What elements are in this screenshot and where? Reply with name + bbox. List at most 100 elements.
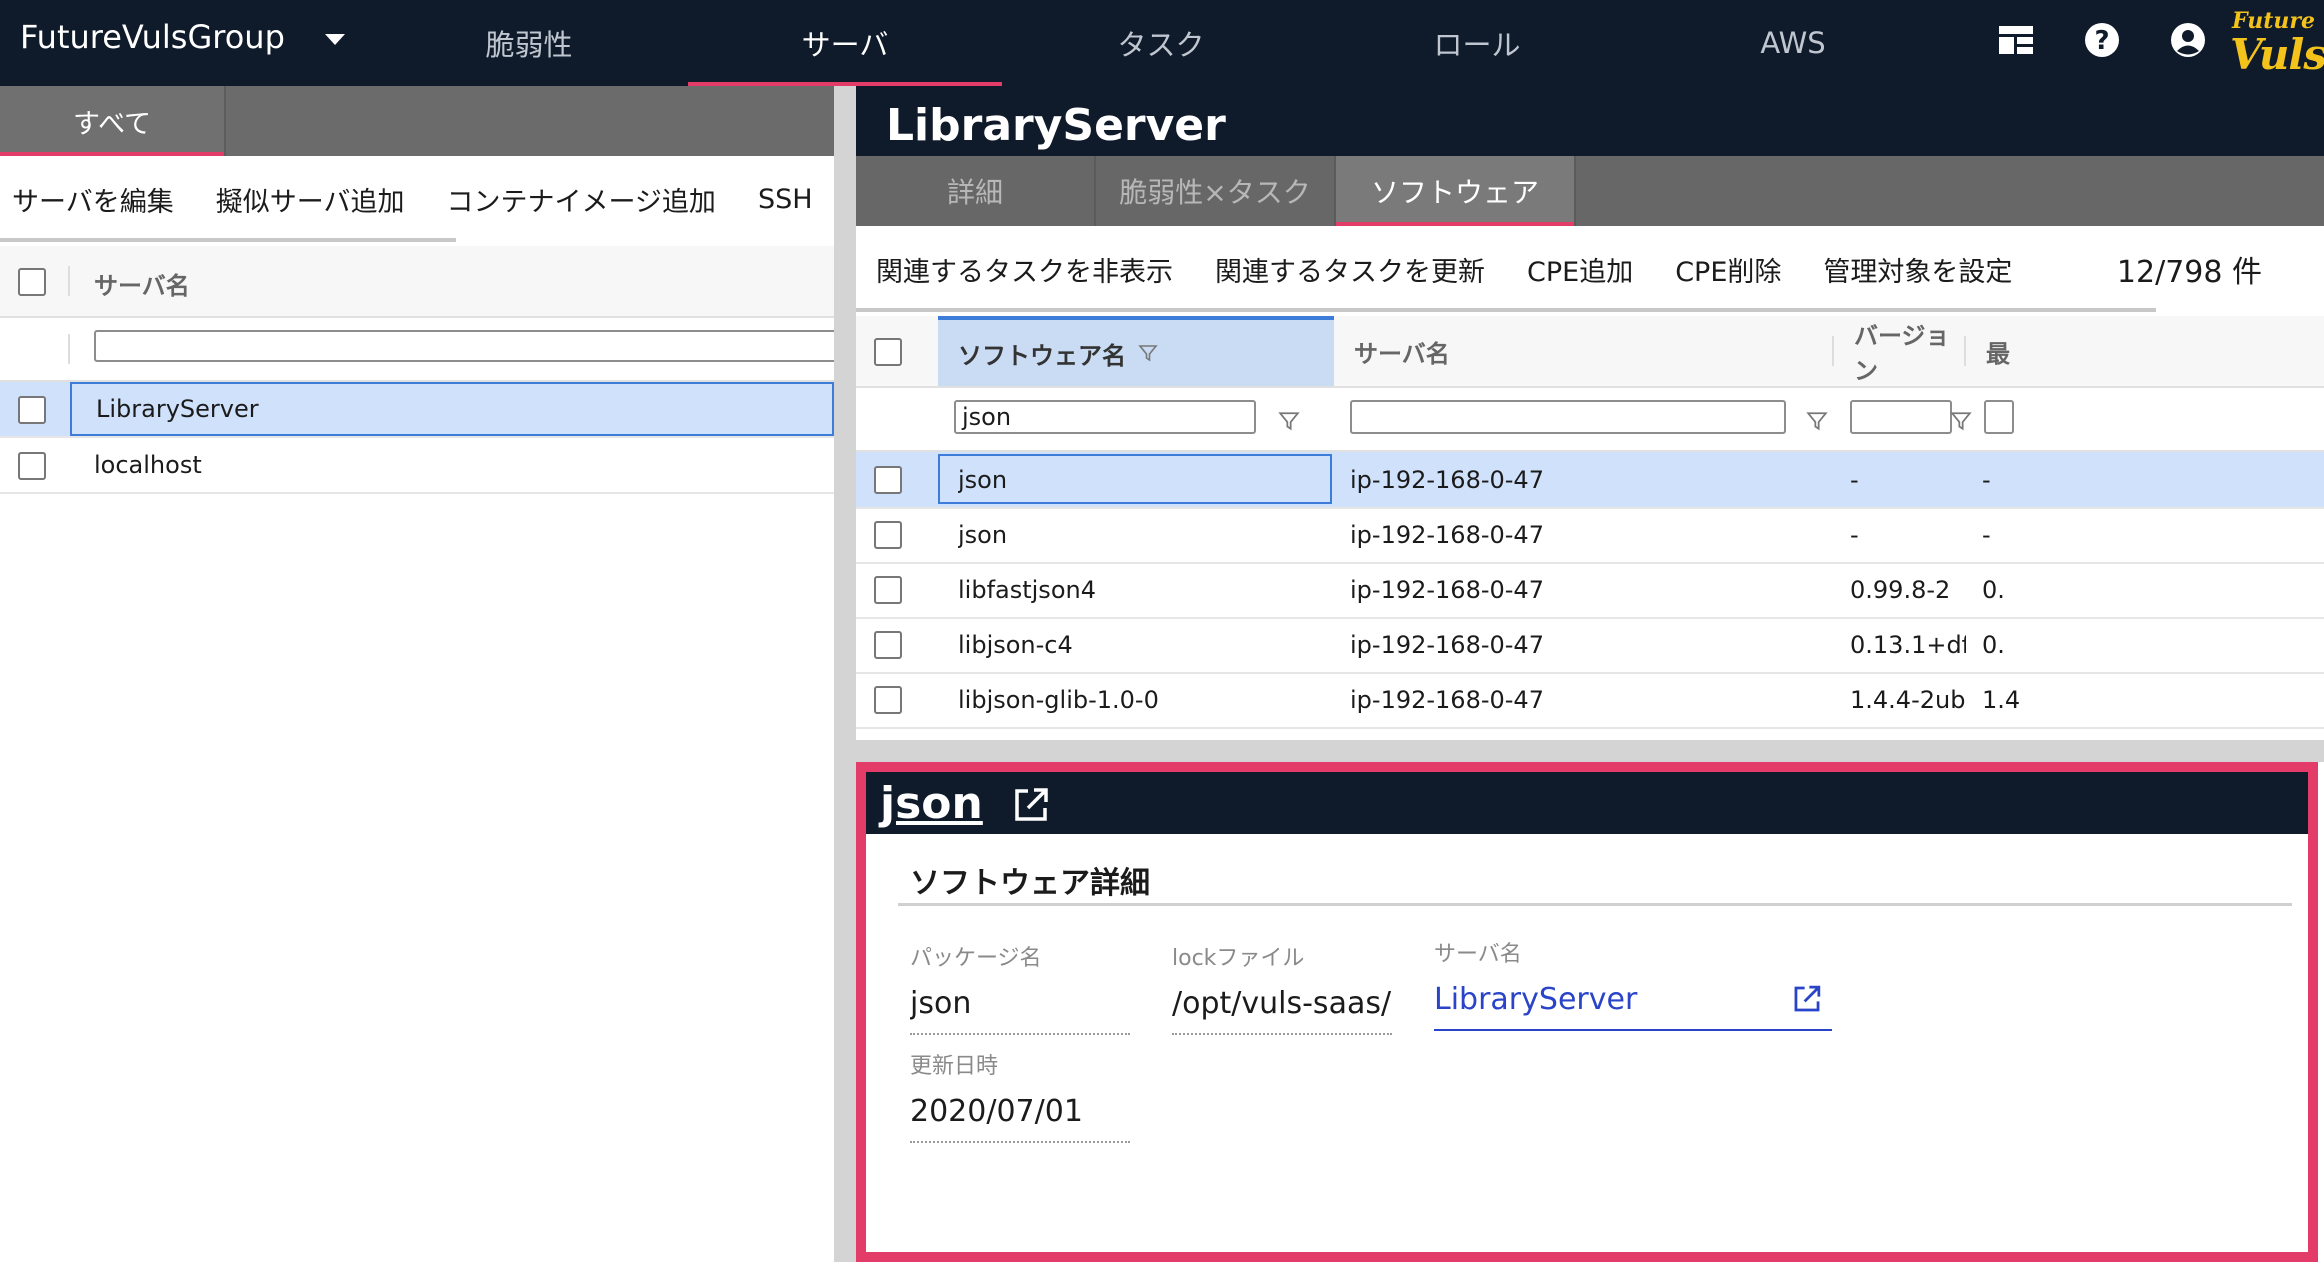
table-row[interactable]: json ip-192-168-0-47 - - xyxy=(856,452,2324,509)
result-count: 12/798 件 xyxy=(2116,255,2262,290)
select-all-checkbox[interactable] xyxy=(874,338,902,366)
tab-vulnerabilities[interactable]: 脆弱性 xyxy=(372,0,686,86)
server-name-cell[interactable]: ip-192-168-0-47 xyxy=(1350,617,1810,672)
software-detail-header: json xyxy=(866,772,2308,834)
software-name-filter-input[interactable]: json xyxy=(954,400,1256,434)
table-row[interactable]: libfastjson4 ip-192-168-0-47 0.99.8-2 0. xyxy=(856,562,2324,619)
version-cell[interactable]: 0.99.8-2 xyxy=(1850,562,1966,617)
add-container-image-button[interactable]: コンテナイメージ追加 xyxy=(446,180,715,219)
dashboard-icon[interactable] xyxy=(1992,16,2040,64)
column-header-label: ソフトウェア名 xyxy=(958,341,1126,370)
server-detail-tabs: 詳細 脆弱性×タスク ソフトウェア xyxy=(856,156,2324,226)
table-row[interactable]: localhost xyxy=(0,438,834,494)
grid-filter-row xyxy=(0,318,844,382)
software-name-cell[interactable]: json xyxy=(958,452,1318,507)
column-header-software-name[interactable]: ソフトウェア名 xyxy=(938,316,1334,386)
version-cell[interactable]: 0.13.1+dfsg-7ub xyxy=(1850,617,1966,672)
tab-details[interactable]: 詳細 xyxy=(856,156,1096,226)
row-checkbox[interactable] xyxy=(874,466,902,494)
software-name-cell[interactable]: libjson-glib-1.0-0 xyxy=(958,672,1318,727)
server-group-tabs: すべて xyxy=(0,86,834,156)
tab-software[interactable]: ソフトウェア xyxy=(1336,156,1576,226)
column-header-server-name[interactable]: サーバ名 xyxy=(1334,316,1834,386)
server-link-field[interactable]: LibraryServer xyxy=(1434,982,1832,1031)
server-name-cell[interactable]: LibraryServer xyxy=(70,382,834,436)
latest-version-cell[interactable]: 0. xyxy=(1982,562,2022,617)
tab-tasks[interactable]: タスク xyxy=(1004,0,1318,86)
filter-icon[interactable] xyxy=(1950,410,1972,432)
software-name-cell[interactable]: libfastjson4 xyxy=(958,562,1318,617)
row-checkbox[interactable] xyxy=(874,576,902,604)
help-icon[interactable]: ? xyxy=(2078,16,2126,64)
chevron-down-icon xyxy=(324,33,345,45)
software-title-link[interactable]: json xyxy=(880,778,983,829)
latest-version-cell[interactable]: 0. xyxy=(1982,617,2022,672)
software-name-cell[interactable]: json xyxy=(958,507,1318,562)
latest-version-cell[interactable]: - xyxy=(1982,452,2022,507)
lock-file-value: /opt/vuls-saas/Gemfile.lock xyxy=(1172,986,1392,1035)
server-name-cell[interactable]: ip-192-168-0-47 xyxy=(1350,507,1810,562)
open-external-icon[interactable] xyxy=(1792,984,1822,1014)
tab-servers[interactable]: サーバ xyxy=(688,0,1002,86)
open-external-icon[interactable] xyxy=(1012,786,1050,824)
field-label: サーバ名 xyxy=(1434,942,1522,967)
hide-related-tasks-button[interactable]: 関連するタスクを非表示 xyxy=(876,250,1173,289)
server-name-filter-input[interactable] xyxy=(94,330,844,362)
software-name-cell[interactable]: libjson-c4 xyxy=(958,617,1318,672)
update-related-tasks-button[interactable]: 関連するタスクを更新 xyxy=(1215,250,1485,289)
column-header-server-name[interactable]: サーバ名 xyxy=(94,266,190,301)
add-pseudo-server-button[interactable]: 擬似サーバ追加 xyxy=(216,180,405,219)
row-checkbox[interactable] xyxy=(874,521,902,549)
add-cpe-button[interactable]: CPE追加 xyxy=(1527,250,1633,289)
version-cell[interactable]: - xyxy=(1850,507,1966,562)
delete-cpe-button[interactable]: CPE削除 xyxy=(1675,250,1781,289)
version-cell[interactable]: 1.4.4-2ubuntu2 xyxy=(1850,672,1966,727)
ssh-button[interactable]: SSH xyxy=(758,184,813,215)
server-name-cell[interactable]: ip-192-168-0-47 xyxy=(1350,672,1810,727)
server-list-pane: すべて サーバを編集 擬似サーバ追加 コンテナイメージ追加 SSH サーバ名 L… xyxy=(0,86,844,1262)
server-link[interactable]: LibraryServer xyxy=(1434,982,1637,1017)
server-name-filter-input[interactable] xyxy=(1350,400,1786,434)
server-title-bar: LibraryServer xyxy=(856,86,2324,156)
table-row[interactable]: json ip-192-168-0-47 - - xyxy=(856,507,2324,564)
toolbar-scroll-indicator xyxy=(856,308,2156,312)
set-managed-button[interactable]: 管理対象を設定 xyxy=(1823,250,2012,289)
tab-roles[interactable]: ロール xyxy=(1320,0,1634,86)
field-label: 更新日時 xyxy=(910,1054,999,1079)
select-all-checkbox[interactable] xyxy=(18,268,46,296)
server-name-cell[interactable]: localhost xyxy=(70,438,834,492)
row-checkbox[interactable] xyxy=(874,686,902,714)
account-icon[interactable] xyxy=(2164,16,2212,64)
server-name-field: サーバ名 LibraryServer xyxy=(1434,936,1832,1031)
tab-all[interactable]: すべて xyxy=(0,86,226,156)
tab-aws[interactable]: AWS xyxy=(1636,0,1950,86)
pane-splitter[interactable] xyxy=(834,86,856,1262)
table-row[interactable]: libjson-c4 ip-192-168-0-47 0.13.1+dfsg-7… xyxy=(856,617,2324,674)
row-checkbox[interactable] xyxy=(18,452,46,480)
org-switcher[interactable]: FutureVulsGroup xyxy=(20,18,345,56)
field-label: パッケージ名 xyxy=(910,946,1042,971)
server-name-cell[interactable]: ip-192-168-0-47 xyxy=(1350,562,1810,617)
server-name-cell[interactable]: ip-192-168-0-47 xyxy=(1350,452,1810,507)
pane-splitter[interactable] xyxy=(856,740,2324,762)
filter-icon[interactable] xyxy=(1138,343,1158,363)
table-row[interactable]: libjson-glib-1.0-0 ip-192-168-0-47 1.4.4… xyxy=(856,672,2324,729)
grid-header: サーバ名 xyxy=(0,246,834,318)
edit-server-button[interactable]: サーバを編集 xyxy=(12,180,174,219)
tab-vuln-tasks[interactable]: 脆弱性×タスク xyxy=(1096,156,1336,226)
column-header-version[interactable]: バージョン xyxy=(1834,316,1966,386)
version-filter-input[interactable] xyxy=(1850,400,1952,434)
server-title: LibraryServer xyxy=(886,100,1226,151)
latest-version-cell[interactable]: - xyxy=(1982,507,2022,562)
latest-version-cell[interactable]: 1.4 xyxy=(1982,672,2022,727)
version-cell[interactable]: - xyxy=(1850,452,1966,507)
row-checkbox[interactable] xyxy=(18,396,46,424)
filter-icon[interactable] xyxy=(1806,410,1828,432)
table-row[interactable]: LibraryServer xyxy=(0,382,834,438)
table-row[interactable] xyxy=(856,727,2324,740)
filter-icon[interactable] xyxy=(1278,410,1300,432)
column-header-latest[interactable]: 最 xyxy=(1966,316,2026,386)
row-checkbox[interactable] xyxy=(874,631,902,659)
latest-filter-input[interactable] xyxy=(1984,400,2014,434)
updated-at-field: 更新日時 2020/07/01 xyxy=(910,1048,1130,1143)
